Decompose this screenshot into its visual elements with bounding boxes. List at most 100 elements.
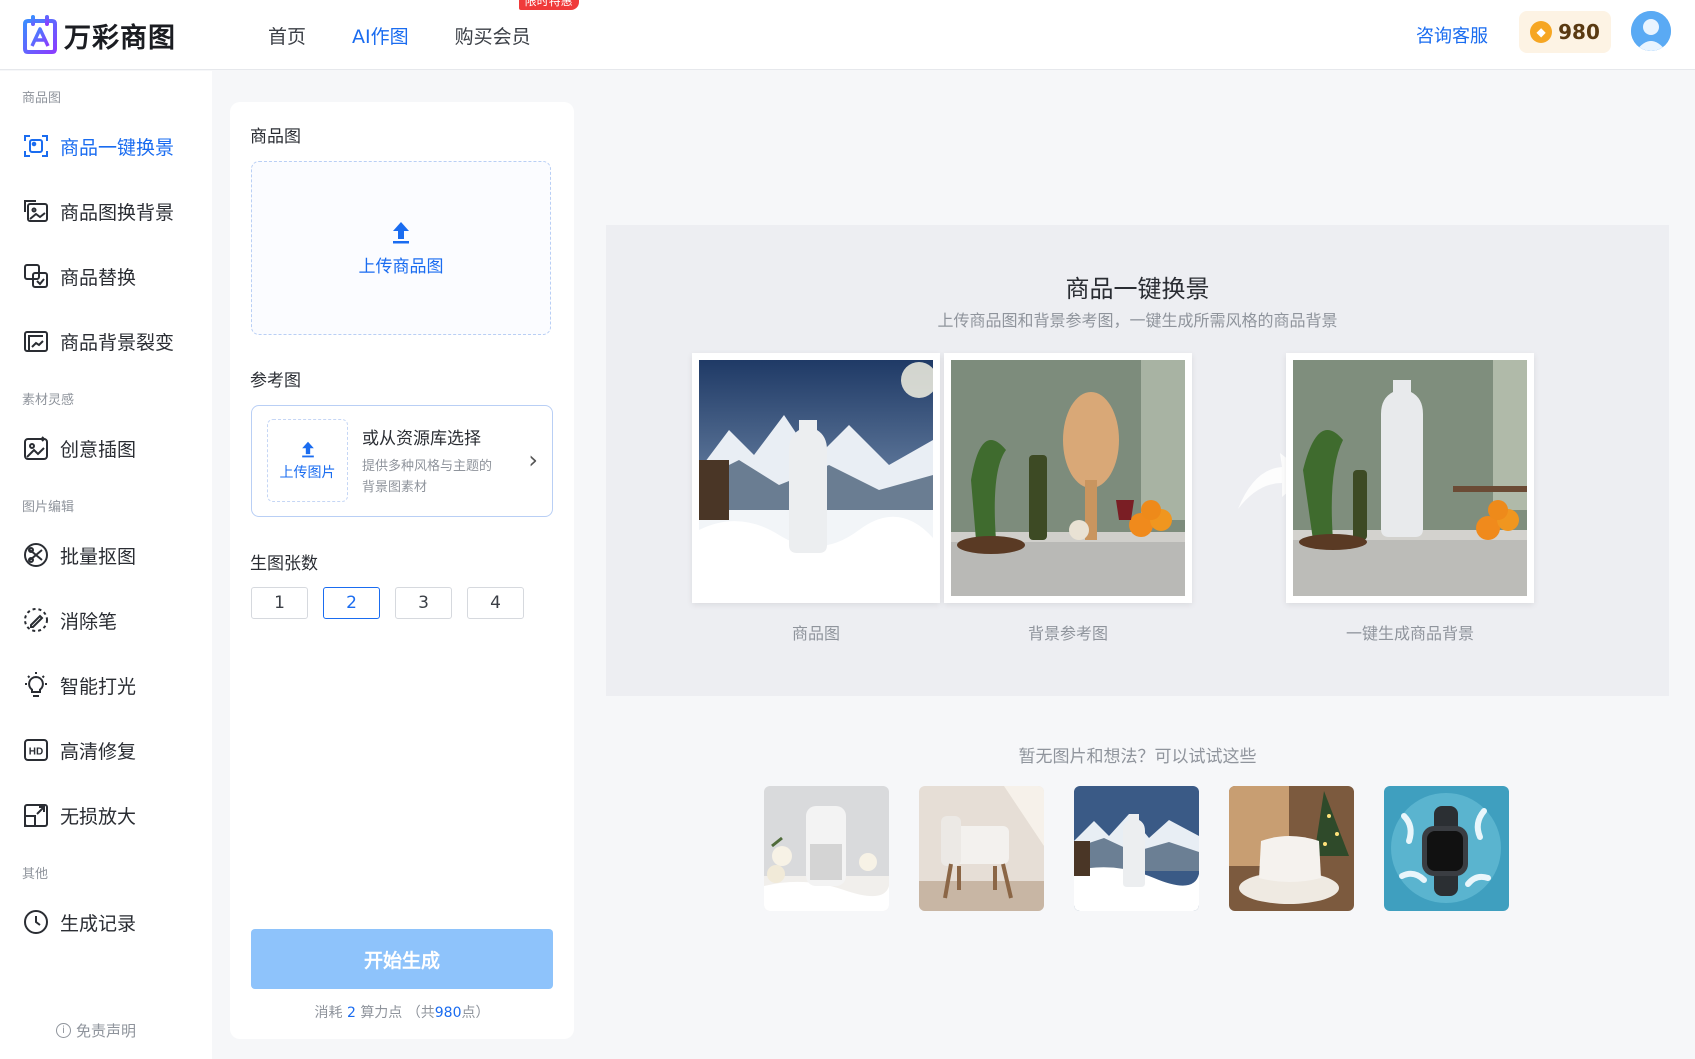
- upload-product-label: 上传商品图: [358, 256, 444, 277]
- library-select-title[interactable]: 或从资源库选择: [362, 424, 481, 449]
- cost-prefix: 消耗: [314, 1005, 343, 1021]
- upload-reference-button[interactable]: 上传图片: [267, 419, 348, 502]
- library-select-description: 提供多种风格与主题的背景图素材: [362, 459, 493, 495]
- sidebar-item-label: 创意插图: [60, 438, 137, 461]
- gallery-icon: [24, 331, 48, 352]
- sidebar-item-label: 生成记录: [60, 912, 137, 935]
- sidebar-section-inspiration: 素材灵感: [22, 393, 75, 408]
- caption-reference-image: 背景参考图: [1027, 624, 1108, 643]
- cost-amount: 2: [346, 1005, 356, 1021]
- sidebar-item-smart-lighting[interactable]: 智能打光: [22, 668, 136, 702]
- creative-image-icon: [24, 436, 48, 460]
- sample-thumbnail-3[interactable]: [1074, 786, 1199, 911]
- upload-product-dropzone[interactable]: 上传商品图: [251, 161, 551, 335]
- cost-info: 消耗 2 算力点 （共980点）: [230, 1002, 574, 1022]
- nav-home[interactable]: 首页: [268, 22, 306, 49]
- sidebar-item-batch-cutout[interactable]: 批量抠图: [22, 538, 136, 572]
- snow-bottle-sample-image: [1074, 786, 1199, 911]
- sidebar-item-label: 智能打光: [60, 675, 137, 698]
- eraser-icon: [24, 608, 48, 632]
- disclaimer-link[interactable]: i 免责声明: [56, 1020, 136, 1041]
- sidebar-item-one-click-scene[interactable]: 商品一键换景: [22, 129, 174, 163]
- snow-bottle-image: [699, 360, 933, 596]
- sidebar-item-product-replace[interactable]: 商品替换: [22, 259, 136, 293]
- sidebar-item-lossless-upscale[interactable]: 无损放大: [22, 798, 136, 832]
- reference-image-picker: 上传图片 或从资源库选择 提供多种风格与主题的背景图素材 ›: [251, 405, 553, 517]
- settings-panel: 商品图 上传商品图 参考图 上传图片 或从资源库选择 提供多种风格与主题的背景图…: [230, 102, 574, 1039]
- cost-unit: 算力点: [360, 1005, 403, 1021]
- sidebar-section-other: 其他: [22, 867, 49, 882]
- image-count-label: 生图张数: [250, 554, 318, 574]
- try-samples-title: 暂无图片和想法？可以试试这些: [1018, 747, 1257, 767]
- sidebar-item-label: 商品替换: [60, 266, 137, 289]
- sample-thumbnail-1[interactable]: [764, 786, 889, 911]
- avatar[interactable]: [1631, 11, 1671, 51]
- main-nav: 首页 AI作图 购买会员 限时特惠: [268, 0, 579, 70]
- image-swap-icon: [24, 200, 48, 222]
- count-option-2[interactable]: 2: [323, 587, 380, 619]
- chevron-right-icon[interactable]: ›: [528, 446, 538, 474]
- sidebar-section-editing: 图片编辑: [22, 500, 75, 515]
- sample-thumbnail-4[interactable]: [1229, 786, 1354, 911]
- sidebar-item-label: 无损放大: [60, 805, 137, 828]
- sidebar-item-label: 消除笔: [60, 610, 118, 633]
- cost-total-prefix: （共: [406, 1005, 435, 1021]
- demo-result-image: [1286, 353, 1534, 603]
- upload-icon: [301, 441, 314, 457]
- sidebar-item-hd-repair[interactable]: HD 高清修复: [22, 733, 136, 767]
- nav-buy-membership[interactable]: 购买会员 限时特惠: [454, 0, 579, 49]
- kitchen-scene-image: [951, 360, 1185, 596]
- brand-name: 万彩商图: [64, 22, 176, 54]
- sidebar-item-label: 商品背景裂变: [60, 331, 175, 354]
- image-count-options: 1 2 3 4: [251, 587, 539, 619]
- sidebar-section-product: 商品图: [22, 91, 62, 106]
- cost-total: 980: [434, 1005, 462, 1021]
- upload-reference-label: 上传图片: [279, 464, 336, 481]
- count-option-3[interactable]: 3: [395, 587, 452, 619]
- pillow-sample-image: [1229, 786, 1354, 911]
- promo-badge: 限时特惠: [518, 0, 579, 10]
- scan-frame-icon: [24, 135, 48, 157]
- consult-service-link[interactable]: 咨询客服: [1416, 22, 1488, 48]
- nav-buy-membership-label: 购买会员: [454, 25, 531, 48]
- info-icon: i: [56, 1023, 71, 1038]
- caption-product-image: 商品图: [791, 624, 840, 643]
- sidebar-item-change-background[interactable]: 商品图换背景: [22, 194, 174, 228]
- humidifier-sample-image: [764, 786, 889, 911]
- nav-ai-drawing[interactable]: AI作图: [352, 22, 409, 49]
- upscale-icon: [24, 804, 48, 827]
- product-image-label: 商品图: [250, 127, 301, 147]
- sidebar-item-eraser[interactable]: 消除笔: [22, 603, 117, 637]
- sidebar-item-label: 高清修复: [60, 740, 137, 763]
- demo-title: 商品一键换景: [1065, 275, 1210, 303]
- feature-demo: 商品一键换景 上传商品图和背景参考图，一键生成所需风格的商品背景 商品图 背景参…: [606, 225, 1669, 696]
- replace-icon: [24, 264, 48, 288]
- clock-icon: [24, 910, 48, 934]
- sidebar-item-label: 商品图换背景: [60, 201, 175, 224]
- disclaimer-label: 免责声明: [76, 1022, 137, 1040]
- reference-image-label: 参考图: [250, 371, 301, 391]
- cost-total-suffix: 点）: [461, 1005, 490, 1021]
- sample-thumbnail-2[interactable]: [919, 786, 1044, 911]
- coin-balance[interactable]: ◆ 980: [1519, 11, 1611, 53]
- logo[interactable]: 万彩商图: [22, 12, 176, 58]
- upload-icon: [393, 221, 409, 243]
- hd-icon: HD: [24, 739, 48, 761]
- demo-reference-image: [944, 353, 1192, 603]
- sidebar-item-label: 商品一键换景: [60, 136, 175, 159]
- count-option-4[interactable]: 4: [467, 587, 524, 619]
- sidebar-item-background-fission[interactable]: 商品背景裂变: [22, 324, 174, 358]
- sample-thumbnail-5[interactable]: [1384, 786, 1509, 911]
- smartwatch-sample-image: [1384, 786, 1509, 911]
- coin-value: 980: [1558, 20, 1600, 44]
- sidebar-item-label: 批量抠图: [60, 545, 137, 568]
- sidebar-item-history[interactable]: 生成记录: [22, 905, 136, 939]
- sidebar: 商品图 商品一键换景 商品图换背景 商品替换 商品背景裂变 素材灵感 创意插图 …: [0, 71, 212, 1059]
- top-bar: 万彩商图 首页 AI作图 购买会员 限时特惠 咨询客服 ◆ 980: [0, 0, 1695, 70]
- result-scene-image: [1293, 360, 1527, 596]
- count-option-1[interactable]: 1: [251, 587, 308, 619]
- sidebar-item-creative-illustration[interactable]: 创意插图: [22, 431, 136, 465]
- armchair-sample-image: [919, 786, 1044, 911]
- demo-product-image: [692, 353, 940, 603]
- start-generate-button[interactable]: 开始生成: [251, 929, 553, 989]
